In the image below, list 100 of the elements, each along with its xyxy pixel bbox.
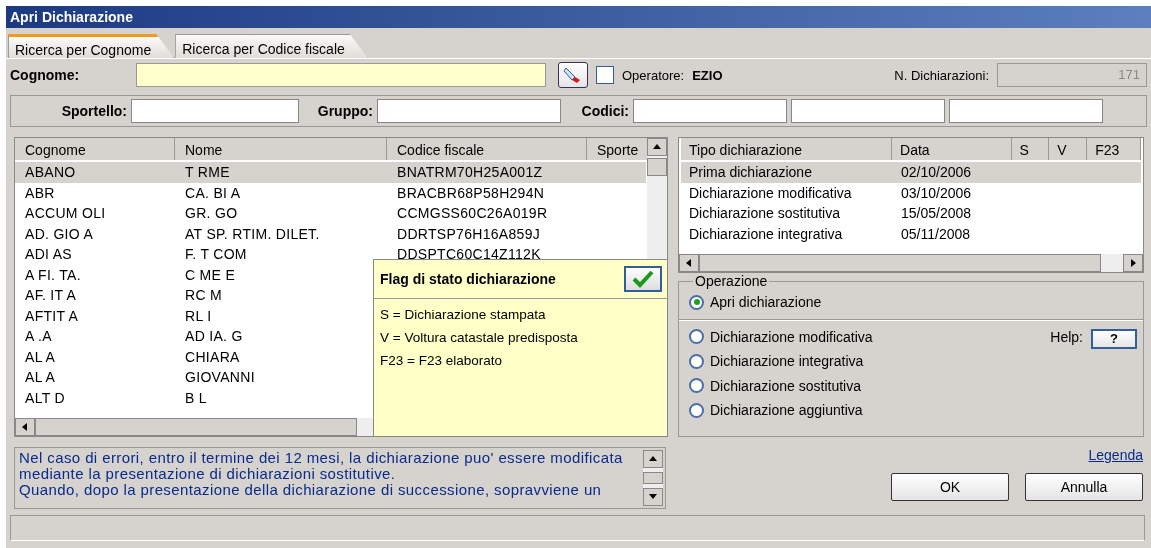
table-cell: A FI. TA. [25,266,81,283]
table-row[interactable]: ABR CA. BI A BRACBR68P58H294N [15,182,646,203]
table-cell: AT SP. RTIM. DILET. [185,225,320,242]
sportello-field[interactable] [131,99,299,123]
field-label: Codici: [580,103,629,119]
checkmark-icon [632,270,654,288]
table-cell: DDSPTC60C14Z112K [397,246,541,263]
dialog-button[interactable]: OK [891,473,1009,501]
table-cell-text: Dichiarazione modificativa [688,184,853,201]
scroll-down-button[interactable] [643,488,663,506]
radio-option[interactable]: Dichiarazione integrativa [679,349,864,374]
column-header[interactable]: Nome [175,138,387,160]
scroll-up-button[interactable] [643,450,663,468]
codice-field[interactable] [633,99,787,123]
radio-option[interactable]: Dichiarazione aggiuntiva [679,398,863,423]
window-title: Apri Dichiarazione [6,6,1151,28]
table-cell: F. T COM [185,246,247,263]
codice-field[interactable] [791,99,945,123]
scroll-thumb[interactable] [647,158,667,176]
table-cell-text: 02/10/2006 [900,164,973,181]
legend-text: V = Voltura catastale predisposta [379,329,579,345]
field-label: Cognome: [10,67,81,83]
clear-button[interactable] [558,62,588,88]
table-cell: A .A [25,328,52,345]
table-row[interactable]: Dichiarazione sostitutiva 15/05/2008 [681,203,1141,224]
count-field: 171 [997,63,1147,87]
table-cell: RL I [185,307,212,324]
info-text: Nel caso di errori, entro il termine dei 12 mesi, la dichiarazione puo' essere modificata mediante la presentazione di dichiarazioni sostitutive. [19,450,624,482]
confirm-button[interactable] [624,266,662,292]
column-header[interactable]: Tipo dichiarazione [681,138,893,160]
table-cell: CHIARA [185,348,240,365]
table-cell: AL A [25,369,56,386]
legend-text: F23 = F23 elaborato [379,352,503,368]
cognome-field[interactable] [136,63,546,87]
table-cell-text: 03/10/2006 [900,184,973,201]
scrollbar[interactable] [643,450,663,506]
table-row[interactable]: Dichiarazione modificativa 03/10/2006 [681,182,1141,203]
column-header[interactable]: Codice fiscale [387,138,587,160]
table-row[interactable]: Prima dichiarazione 02/10/2006 [681,162,1141,183]
table-cell: T RME [185,164,230,181]
eraser-icon [563,66,583,84]
gruppo-field[interactable] [377,99,561,123]
table-row[interactable]: ADI AS F. T COM DDSPTC60C14Z112K [15,244,646,265]
scroll-up-button[interactable] [647,138,667,156]
operator-label: Operatore: [622,67,685,83]
table-cell: AFTIT A [25,307,79,324]
scroll-left-button[interactable] [15,418,35,436]
codice-field[interactable] [949,99,1103,123]
scroll-thumb[interactable] [643,472,663,484]
table-cell: AL A [25,348,56,365]
tab[interactable]: Ricerca per Codice fiscale [175,34,368,58]
dialog-button[interactable]: Annulla [1025,473,1143,501]
table-cell: ABANO [25,164,76,181]
table-cell: CCMGSS60C26A019R [397,205,548,222]
field-label: Sportello: [60,103,127,119]
operator-checkbox[interactable] [596,66,614,84]
table-row[interactable]: Dichiarazione integrativa 05/11/2008 [681,223,1141,244]
popup-title: Flag di stato dichiarazione [380,271,556,287]
radio-option[interactable]: Apri dichiarazione [679,290,822,315]
help-button[interactable]: ? [1091,328,1137,349]
table-row[interactable]: ACCUM OLI GR. GO CCMGSS60C26A019R [15,203,646,224]
table-cell-text: Dichiarazione integrativa [688,225,844,242]
table-row[interactable]: AD. GIO A AT SP. RTIM. DILET. DDRTSP76H16A859J [15,223,646,244]
table-cell: AF. IT A [25,287,77,304]
legend-link[interactable]: Legenda [1088,447,1143,463]
table-cell: AD IA. G [185,328,243,345]
table-cell: GIOVANNI [185,369,255,386]
table-cell: B L [185,389,207,406]
scroll-left-button[interactable] [679,254,699,272]
tab[interactable]: Ricerca per Cognome [8,34,175,58]
column-header[interactable]: Data [892,138,1012,160]
table-cell: ALT D [25,389,65,406]
table-cell-text: 15/05/2008 [900,205,973,222]
count-label: N. Dichiarazioni: [894,67,989,83]
table-row[interactable]: ABANO T RME BNATRM70H25A001Z [15,162,646,183]
table-cell: ACCUM OLI [25,205,106,222]
column-header[interactable]: F23 [1087,138,1141,160]
group-label: Operazione [693,273,770,289]
table-cell: ABR [25,184,55,201]
scroll-right-button[interactable] [1123,254,1143,272]
table-cell-text: Dichiarazione sostitutiva [688,205,841,222]
help-label: Help: [1050,328,1083,345]
info-text: Quando, dopo la presentazione della dichiarazione di successione, sopravviene un [19,482,603,498]
table-cell: BRACBR68P58H294N [397,184,545,201]
table-cell: ADI AS [25,246,72,263]
field-label: Gruppo: [316,103,373,119]
radio-option[interactable]: Dichiarazione modificativa [679,324,873,349]
table-cell: AD. GIO A [25,225,94,242]
scroll-thumb[interactable] [35,418,357,436]
table-cell: CA. BI A [185,184,241,201]
operator-name: EZIO [692,67,723,83]
table-cell: DDRTSP76H16A859J [397,225,541,242]
column-header[interactable]: Cognome [15,138,175,160]
table-cell: GR. GO [185,205,238,222]
radio-option[interactable]: Dichiarazione sostitutiva [679,373,861,398]
table-cell: RC M [185,287,222,304]
column-header[interactable]: S [1011,138,1050,160]
column-header[interactable]: V [1049,138,1088,160]
legend-text: S = Dichiarazione stampata [379,306,547,322]
table-cell: BNATRM70H25A001Z [397,164,543,181]
